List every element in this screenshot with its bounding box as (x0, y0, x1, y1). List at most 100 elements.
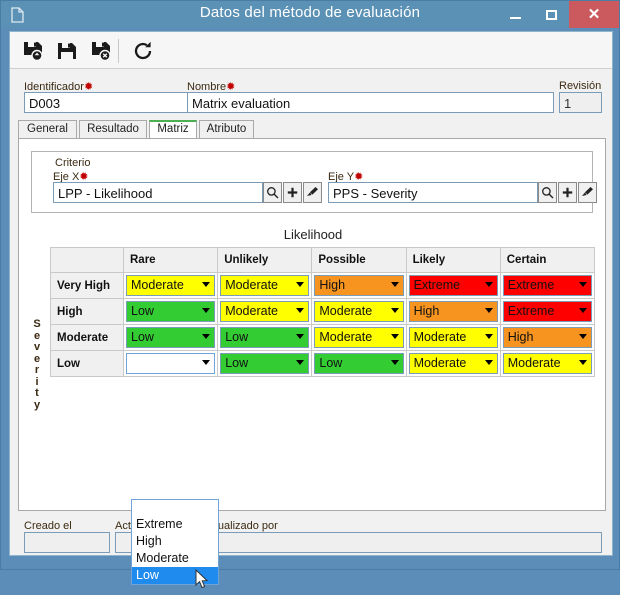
matrix-cell: Moderate (311, 298, 407, 325)
chevron-down-icon (202, 308, 211, 313)
eje-x-add-button[interactable] (283, 182, 302, 203)
actualizado-por-input (202, 532, 602, 553)
chevron-down-icon (296, 334, 305, 339)
chevron-down-icon (202, 334, 211, 339)
tab-atributo[interactable]: Atributo (199, 120, 254, 139)
chevron-down-icon (390, 334, 399, 339)
close-button[interactable]: ✕ (569, 1, 619, 28)
col-head-likely: Likely (405, 247, 501, 273)
matrix-cell: Moderate (217, 298, 313, 325)
dropdown-option-extreme[interactable]: Extreme (132, 516, 218, 533)
risk-level-dropdown[interactable]: Moderate (314, 327, 404, 348)
minimize-button[interactable] (497, 1, 533, 28)
table-row: Very High Moderate Moderate High Extreme Extr… (50, 272, 596, 299)
chevron-down-icon (484, 360, 493, 365)
search-icon (542, 187, 554, 199)
chevron-down-icon (296, 360, 305, 365)
table-row: Moderate Low Low Moderate Moderate High (50, 324, 596, 351)
severity-axis-letter: r (34, 364, 40, 376)
matrix-cell: High (311, 272, 407, 299)
chevron-down-icon (579, 308, 587, 313)
dropdown-option-blank[interactable] (132, 500, 218, 516)
maximize-button[interactable] (533, 1, 569, 28)
dropdown-option-moderate[interactable]: Moderate (132, 550, 218, 567)
matrix-cell: Low (122, 324, 219, 351)
save-icon (58, 43, 76, 59)
risk-level-dropdown[interactable]: Extreme (502, 275, 592, 296)
refresh-button[interactable] (130, 38, 156, 64)
dropdown-option-high[interactable]: High (132, 533, 218, 550)
matrix-cell: Moderate (499, 350, 596, 377)
eje-x-input[interactable]: LPP - Likelihood (53, 182, 263, 203)
risk-level-dropdown[interactable]: Moderate (220, 301, 310, 322)
risk-level-dropdown[interactable]: Moderate (126, 275, 216, 296)
search-icon (267, 187, 279, 199)
matrix-cell: Low (311, 350, 407, 377)
chevron-down-icon (579, 360, 587, 365)
risk-level-dropdown[interactable]: Moderate (502, 353, 592, 374)
matrix-corner-cell (50, 247, 124, 273)
risk-level-dropdown[interactable]: Low (220, 327, 310, 348)
save-button[interactable] (54, 38, 80, 64)
severity-axis-letter: v (33, 341, 41, 353)
toolbar (10, 32, 612, 69)
identificador-input[interactable]: D003 (24, 92, 188, 113)
risk-level-dropdown[interactable]: Moderate (408, 353, 498, 374)
creado-el-label: Creado el (24, 520, 72, 532)
row-head-moderate: Moderate (50, 324, 124, 351)
row-head-high: High (50, 298, 124, 325)
risk-level-dropdown[interactable]: Extreme (502, 301, 592, 322)
risk-level-dropdown[interactable]: High (314, 275, 404, 296)
mouse-cursor (195, 568, 209, 590)
severity-axis-letter: t (35, 387, 39, 399)
matrix-cell: High (499, 324, 596, 351)
matrix-cell: Moderate (405, 324, 501, 351)
add-icon (562, 187, 573, 198)
chevron-down-icon (390, 360, 399, 365)
close-icon: ✕ (587, 6, 601, 23)
save-new-icon (24, 42, 43, 62)
risk-level-dropdown[interactable]: Moderate (408, 327, 498, 348)
tab-resultado[interactable]: Resultado (79, 120, 147, 139)
eje-y-add-button[interactable] (558, 182, 577, 203)
application-window: Datos del método de evaluación ✕ Identif… (0, 0, 620, 589)
risk-level-dropdown[interactable]: Moderate (220, 275, 310, 296)
risk-level-dropdown[interactable]: High (408, 301, 498, 322)
risk-level-dropdown[interactable]: Low (220, 353, 310, 374)
risk-level-dropdown[interactable]: Low (126, 327, 216, 348)
matrix-cell: Low (122, 298, 219, 325)
severity-axis-letter: y (33, 398, 41, 411)
tab-general[interactable]: General (18, 120, 77, 139)
risk-matrix-table: Rare Unlikely Possible Likely Certain Ve… (50, 247, 596, 377)
chevron-down-icon (296, 308, 305, 313)
eje-x-search-button[interactable] (263, 182, 282, 203)
risk-level-dropdown[interactable]: Low (314, 353, 404, 374)
revision-label: Revisión (559, 80, 602, 92)
severity-axis-letter: S (33, 318, 41, 330)
chevron-down-icon (202, 282, 211, 287)
risk-level-dropdown[interactable]: Moderate (314, 301, 404, 322)
eje-y-clear-button[interactable] (578, 182, 597, 203)
criterio-group: Criterio Eje X✹ LPP - Likelihood Eje Y✹ … (31, 151, 597, 213)
severity-axis-title: Severity (30, 318, 44, 411)
risk-level-dropdown[interactable]: High (502, 327, 592, 348)
risk-level-dropdown[interactable]: Low (126, 301, 216, 322)
matrix-cell: Extreme (499, 272, 596, 299)
tab-matriz[interactable]: Matriz (149, 120, 197, 139)
nombre-input[interactable]: Matrix evaluation (187, 92, 554, 113)
creado-el-input (24, 532, 110, 553)
tab-strip: General Resultado Matriz Atributo (18, 120, 606, 139)
save-new-button[interactable] (20, 38, 46, 64)
criterio-group-title: Criterio (52, 157, 94, 169)
save-cancel-button[interactable] (88, 38, 114, 64)
chevron-down-icon (484, 282, 493, 287)
table-row: High Low Moderate Moderate High Extreme (50, 298, 596, 325)
eje-x-clear-button[interactable] (303, 182, 322, 203)
chevron-down-icon (484, 308, 493, 313)
eje-y-input[interactable]: PPS - Severity (328, 182, 538, 203)
risk-level-dropdown[interactable] (126, 353, 216, 374)
add-icon (287, 187, 298, 198)
risk-level-dropdown[interactable]: Extreme (408, 275, 498, 296)
matrix-cell: Extreme (405, 272, 501, 299)
eje-y-search-button[interactable] (538, 182, 557, 203)
